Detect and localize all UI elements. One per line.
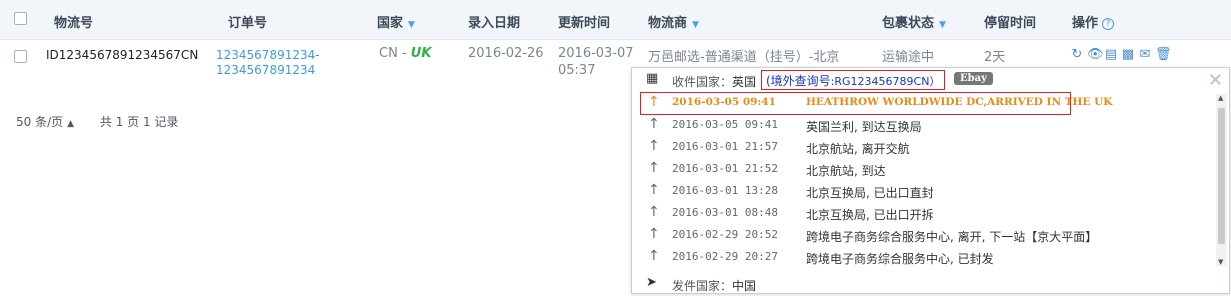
col-entry-date[interactable]: 录入日期 xyxy=(468,12,520,31)
page-size-select[interactable]: 50 条/页 xyxy=(16,115,63,129)
event-list: ↑ 2016-03-05 09:41 HEATHROW WORLDWIDE DC,A… xyxy=(632,92,1217,268)
carrier-name: 万邑邮选-普通渠道（挂号）-北京 xyxy=(648,50,840,65)
help-icon[interactable]: ? xyxy=(1102,18,1115,30)
plane-icon: ➤ xyxy=(646,275,657,290)
close-icon[interactable]: ✕ xyxy=(1208,72,1223,90)
recv-country: 英国 xyxy=(732,75,757,89)
document-icon[interactable]: ▤ xyxy=(1104,48,1118,62)
arrow-up-icon: ↑ xyxy=(648,204,660,220)
event-description: 北京航站, 离开交航 xyxy=(806,142,910,156)
event-item: ↑ 2016-03-01 21:57 北京航站, 离开交航 xyxy=(632,136,1217,158)
event-description: 跨境电子商务综合服务中心, 已封发 xyxy=(806,252,994,266)
col-country-label: 国家 xyxy=(377,16,404,31)
arrow-up-icon: ↑ xyxy=(648,226,660,242)
tracking-number[interactable]: ID1234567891234567CN xyxy=(46,48,198,62)
mail-icon[interactable]: ✉ xyxy=(1138,48,1152,62)
scrollbar[interactable]: ▲ ▼ xyxy=(1216,94,1227,266)
pagination: 50 条/页 ▲ 共 1 页 1 记录 xyxy=(16,113,178,130)
col-stay-time[interactable]: 停留时间 xyxy=(984,12,1036,31)
row-checkbox[interactable] xyxy=(14,50,27,63)
event-datetime: 2016-03-01 21:52 xyxy=(672,162,778,175)
arrow-up-icon: ↑ xyxy=(648,160,660,176)
col-order-no[interactable]: 订单号 xyxy=(228,12,267,31)
popup-footer: ➤ 发件国家： 中国 xyxy=(632,275,1229,293)
update-time: 05:37 xyxy=(558,63,596,78)
comment-icon[interactable]: ▩ xyxy=(1121,48,1135,62)
scroll-up-icon[interactable]: ▲ xyxy=(1218,94,1223,102)
highlight-box xyxy=(640,92,1071,115)
package-status: 运输途中 xyxy=(882,50,935,65)
page-summary: 共 1 页 1 记录 xyxy=(99,115,179,129)
recv-country-label: 收件国家： xyxy=(672,75,733,89)
event-item: ↑ 2016-03-01 13:28 北京互换局, 已出口直封 xyxy=(632,180,1217,202)
event-item: ↑ 2016-03-01 08:48 北京互换局, 已出口开拆 xyxy=(632,202,1217,224)
ebay-badge: Ebay xyxy=(954,72,993,85)
col-package-status-label: 包裹状态 xyxy=(882,16,935,31)
tracking-popup: ▦ 收件国家： 英国 (境外查询号:RG123456789CN） Ebay ✕ … xyxy=(631,67,1230,294)
country-from: CN xyxy=(379,46,398,61)
grid-icon: ▦ xyxy=(646,71,659,86)
update-date: 2016-03-07 xyxy=(558,46,634,61)
query-number: :RG123456789CN） xyxy=(830,75,941,88)
chevron-down-icon[interactable]: ▼ xyxy=(408,20,415,30)
chevron-down-icon[interactable]: ▼ xyxy=(692,20,699,30)
select-all-checkbox[interactable] xyxy=(14,12,27,25)
event-datetime: 2016-03-01 13:28 xyxy=(672,184,778,197)
order-number-line2[interactable]: 1234567891234 xyxy=(216,63,315,77)
query-label: (境外查询号 xyxy=(766,74,831,88)
event-description: 跨境电子商务综合服务中心, 离开, 下一站【京大平面】 xyxy=(806,230,1098,244)
event-datetime: 2016-03-01 08:48 xyxy=(672,206,778,219)
order-number-line1[interactable]: 1234567891234- xyxy=(216,48,320,62)
arrow-up-icon: ↑ xyxy=(648,116,660,132)
scroll-down-icon[interactable]: ▼ xyxy=(1218,258,1223,266)
event-description: 北京互换局, 已出口开拆 xyxy=(806,208,934,222)
trash-icon[interactable]: 🗑 xyxy=(1155,48,1172,62)
country-to: UK xyxy=(410,46,432,61)
table-header: 物流号 订单号 国家 ▼ 录入日期 更新时间 物流商 ▼ 包裹状态 ▼ 停留时间 操作… xyxy=(0,0,1231,40)
col-tracking-no[interactable]: 物流号 xyxy=(54,12,93,31)
arrow-up-icon: ↑ xyxy=(648,182,660,198)
scrollbar-thumb[interactable] xyxy=(1218,108,1225,244)
chevron-down-icon[interactable]: ▼ xyxy=(939,20,946,30)
col-country[interactable]: 国家 ▼ xyxy=(377,12,415,31)
col-carrier[interactable]: 物流商 ▼ xyxy=(648,12,699,31)
col-actions-label: 操作 xyxy=(1072,16,1099,31)
event-datetime: 2016-02-29 20:27 xyxy=(672,250,778,263)
col-update-time[interactable]: 更新时间 xyxy=(558,12,610,31)
arrow-up-icon: ↑ xyxy=(648,138,660,154)
event-datetime: 2016-03-05 09:41 xyxy=(672,118,778,131)
event-item: ↑ 2016-03-05 09:41 英国兰利, 到达互换局 xyxy=(632,114,1217,136)
row-actions: ↻ 👁▤ ▩ ✉ 🗑 xyxy=(1070,47,1172,62)
event-datetime: 2016-02-29 20:52 xyxy=(672,228,778,241)
event-item: ↑ 2016-03-01 21:52 北京航站, 到达 xyxy=(632,158,1217,180)
country-route: CN - UK xyxy=(379,46,431,61)
eye-icon[interactable]: 👁 xyxy=(1087,48,1104,62)
event-description: 北京互换局, 已出口直封 xyxy=(806,186,934,200)
country-sep: - xyxy=(397,46,411,61)
col-actions: 操作? xyxy=(1072,12,1115,31)
col-package-status[interactable]: 包裹状态 ▼ xyxy=(882,12,946,31)
event-description: 英国兰利, 到达互换局 xyxy=(806,120,922,134)
event-description: 北京航站, 到达 xyxy=(806,164,886,178)
event-datetime: 2016-03-01 21:57 xyxy=(672,140,778,153)
event-item: ↑ 2016-02-29 20:27 跨境电子商务综合服务中心, 已封发 xyxy=(632,246,1217,268)
send-country-label: 发件国家： xyxy=(672,279,733,293)
caret-up-icon[interactable]: ▲ xyxy=(67,119,74,129)
event-item: ↑ 2016-02-29 20:52 跨境电子商务综合服务中心, 离开, 下一站【京… xyxy=(632,224,1217,246)
popup-header: ▦ 收件国家： 英国 (境外查询号:RG123456789CN） Ebay ✕ xyxy=(632,68,1229,92)
foreign-query-number[interactable]: (境外查询号:RG123456789CN） xyxy=(761,70,946,90)
stay-time: 2天 xyxy=(984,50,1006,65)
refresh-icon[interactable]: ↻ xyxy=(1070,48,1084,62)
col-carrier-label: 物流商 xyxy=(648,16,688,31)
send-country: 中国 xyxy=(732,279,757,293)
entry-date: 2016-02-26 xyxy=(468,46,544,61)
arrow-up-icon: ↑ xyxy=(648,248,660,264)
